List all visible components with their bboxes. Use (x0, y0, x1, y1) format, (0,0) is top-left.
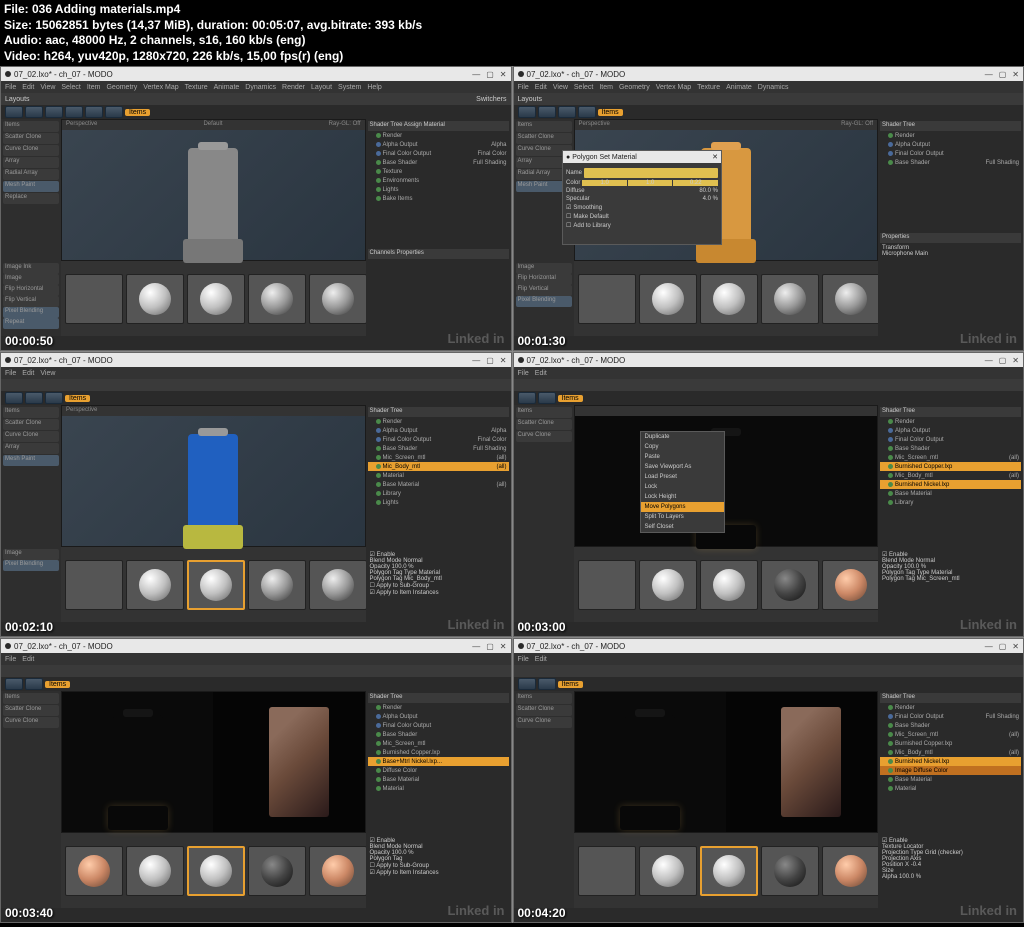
frame-6: 07_02.lxo* - ch_07 - MODO—▢✕ FileEdit It… (513, 638, 1024, 923)
render-preview[interactable] (269, 707, 329, 817)
file-video: Video: h264, yuv420p, 1280x720, 226 kb/s… (4, 49, 1020, 65)
app-icon (5, 71, 11, 77)
polygon-set-material-dialog[interactable]: ●Polygon Set Material✕ Name Color1.01.00… (562, 150, 722, 245)
thumb[interactable] (309, 274, 366, 324)
file-info-header: File: 036 Adding materials.mp4 Size: 150… (0, 0, 1024, 66)
file-audio: Audio: aac, 48000 Hz, 2 channels, s16, 1… (4, 33, 1020, 49)
properties-panel[interactable] (366, 261, 511, 336)
watermark: Linked in (447, 331, 504, 346)
menu-bar[interactable]: FileEditViewSelectItemGeometryVertex Map… (1, 81, 511, 93)
thumb[interactable] (187, 274, 245, 324)
frame-2: 07_02.lxo* - ch_07 - MODO—▢✕ FileEditVie… (513, 66, 1024, 351)
layout-tabs[interactable]: LayoutsSwitchers (1, 93, 511, 105)
material-thumbnails[interactable] (61, 261, 366, 336)
file-size: Size: 15062851 bytes (14,37 MiB), durati… (4, 18, 1020, 34)
model-gray[interactable] (188, 148, 238, 243)
toolbar[interactable]: Items (1, 105, 511, 119)
3d-viewport[interactable]: PerspectiveDefaultRay-GL: Off (61, 119, 366, 261)
frame-1: 07_02.lxo* - ch_07 - MODO—▢✕ FileEditVie… (0, 66, 512, 351)
window-titlebar[interactable]: 07_02.lxo* - ch_07 - MODO—▢✕ (1, 67, 511, 81)
maximize-button[interactable]: ▢ (486, 70, 494, 79)
screenshot-grid: 07_02.lxo* - ch_07 - MODO—▢✕ FileEditVie… (0, 66, 1024, 923)
thumb[interactable] (248, 274, 306, 324)
thumb-selected[interactable] (187, 560, 245, 610)
model-blue-yellow[interactable] (188, 434, 238, 529)
left-tool-panel[interactable]: ItemsScatter CloneCurve CloneArrayRadial… (1, 119, 61, 261)
thumb-unset[interactable] (65, 274, 123, 324)
context-menu[interactable]: Duplicate Copy Paste Save Viewport As Lo… (640, 431, 725, 533)
frame-3: 07_02.lxo* - ch_07 - MODO—▢✕ FileEditVie… (0, 352, 512, 637)
frame-5: 07_02.lxo* - ch_07 - MODO—▢✕ FileEdit It… (0, 638, 512, 923)
items-tab[interactable]: Items (125, 109, 150, 116)
material-name-input[interactable] (584, 168, 718, 178)
minimize-button[interactable]: — (472, 70, 480, 79)
shader-tree-panel[interactable]: Shader Tree Assign Material Render Alpha… (366, 119, 511, 261)
3d-viewport[interactable]: PerspectiveRay-GL: Off ●Polygon Set Mate… (574, 119, 879, 261)
split-viewport[interactable] (61, 691, 366, 833)
ctx-selected: Move Polygons (641, 502, 724, 512)
file-name: File: 036 Adding materials.mp4 (4, 2, 1020, 18)
close-button[interactable]: ✕ (500, 70, 507, 79)
frame-4: 07_02.lxo* - ch_07 - MODO—▢✕ FileEdit It… (513, 352, 1024, 637)
timestamp: 00:00:50 (5, 334, 53, 348)
image-options[interactable]: Image Ink Image Flip Horizontal Flip Ver… (1, 261, 61, 336)
thumb[interactable] (126, 274, 184, 324)
